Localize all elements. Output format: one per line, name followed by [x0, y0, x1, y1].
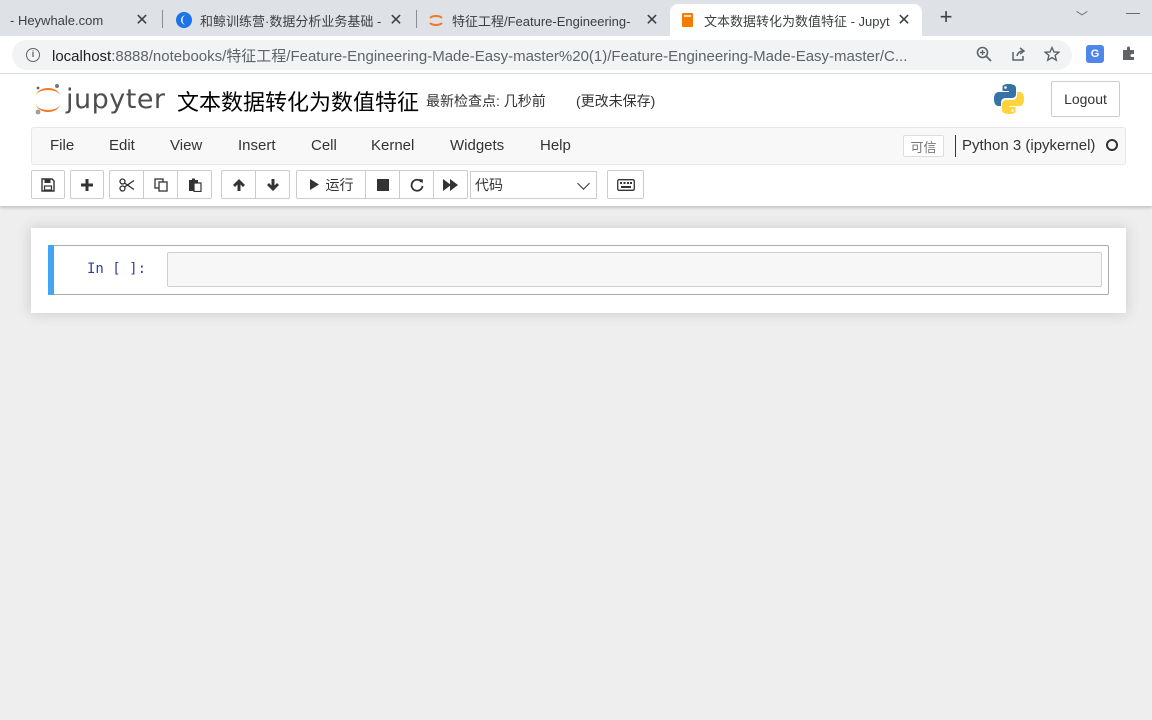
browser-tab-active-notebook[interactable]: 文本数据转化为数值特征 - Jupyter ✕ — [670, 4, 922, 36]
menu-help[interactable]: Help — [540, 137, 571, 154]
command-palette-button[interactable] — [607, 170, 644, 199]
copy-icon — [153, 177, 168, 192]
interrupt-kernel-button[interactable] — [365, 170, 400, 199]
jupyter-favicon-icon — [428, 12, 444, 28]
keyboard-icon — [616, 178, 635, 191]
arrow-down-icon — [266, 178, 279, 191]
bookmark-star-icon[interactable] — [1042, 45, 1062, 64]
notebook-container: In [ ]: — [31, 228, 1126, 313]
paste-cells-button[interactable] — [177, 170, 212, 199]
menu-insert[interactable]: Insert — [238, 137, 276, 154]
kernel-name: Python 3 (ipykernel) — [962, 137, 1096, 154]
url-text[interactable]: localhost:8888/notebooks/特征工程/Feature-En… — [52, 45, 952, 66]
restart-icon — [410, 178, 423, 192]
close-icon[interactable]: ✕ — [388, 10, 404, 30]
cell-type-value: 代码 — [475, 177, 503, 193]
browser-tab-training-camp[interactable]: 和鲸训练营·数据分析业务基础 - H ✕ — [166, 4, 414, 36]
python-logo-icon — [992, 82, 1026, 116]
menu-kernel[interactable]: Kernel — [371, 137, 414, 154]
copy-cells-button[interactable] — [143, 170, 178, 199]
cut-cells-button[interactable] — [109, 170, 144, 199]
new-tab-button[interactable]: + — [934, 6, 958, 30]
input-prompt: In [ ]: — [87, 261, 147, 277]
jupyter-logo-text: jupyter — [66, 83, 166, 115]
menu-cell[interactable]: Cell — [311, 137, 337, 154]
translate-extension-icon[interactable]: G — [1086, 45, 1104, 63]
logout-button[interactable]: Logout — [1051, 81, 1120, 117]
tab-title: 特征工程/Feature-Engineering- — [452, 13, 631, 29]
checkpoint-status: 最新检查点: 几秒前 — [426, 93, 546, 109]
notebook-toolbar: 运行 代码 — [31, 170, 1126, 200]
play-icon — [309, 179, 319, 190]
close-icon[interactable]: ✕ — [896, 10, 912, 30]
move-cell-up-button[interactable] — [221, 170, 256, 199]
menu-file[interactable]: File — [50, 137, 74, 154]
heywhale-favicon-icon — [176, 12, 192, 28]
jupyter-logo[interactable]: jupyter — [34, 82, 166, 116]
fast-forward-icon — [442, 178, 458, 191]
kernel-separator — [955, 135, 956, 157]
close-icon[interactable]: ✕ — [644, 10, 660, 30]
jupyter-logo-icon — [34, 82, 62, 116]
browser-toolbar: i localhost:8888/notebooks/特征工程/Feature-… — [0, 36, 1152, 74]
window-minimize-icon[interactable]: — — [1126, 4, 1142, 20]
menubar: File Edit View Insert Cell Kernel Widget… — [31, 127, 1126, 165]
menu-view[interactable]: View — [170, 137, 202, 154]
insert-cell-below-button[interactable] — [70, 170, 104, 199]
plus-icon — [81, 178, 93, 191]
menu-widgets[interactable]: Widgets — [450, 137, 504, 154]
trusted-notebook-indicator[interactable]: 可信 — [903, 135, 944, 157]
url-host: localhost — [52, 47, 112, 65]
scissors-icon — [118, 177, 134, 192]
close-icon[interactable]: ✕ — [134, 10, 150, 30]
autosave-status: (更改未保存) — [576, 93, 656, 109]
share-icon[interactable] — [1008, 46, 1028, 64]
save-icon — [41, 177, 55, 192]
cell-selection-bar — [48, 245, 54, 295]
restart-kernel-button[interactable] — [399, 170, 434, 199]
chevron-down-icon — [577, 177, 590, 190]
notebook-favicon-icon — [680, 12, 696, 28]
paste-icon — [188, 178, 202, 192]
menu-edit[interactable]: Edit — [109, 137, 135, 154]
cell-type-select[interactable]: 代码 — [470, 171, 597, 199]
browser-tab-strip: - Heywhale.com ✕ 和鲸训练营·数据分析业务基础 - H ✕ 特征… — [0, 0, 1152, 36]
code-input-area[interactable] — [167, 252, 1102, 287]
tab-separator — [416, 10, 417, 28]
url-path: :8888/notebooks/特征工程/Feature-Engineering… — [111, 47, 908, 65]
jupyter-header: jupyter 文本数据转化为数值特征 最新检查点: 几秒前 (更改未保存) L… — [0, 74, 1152, 206]
run-cell-button[interactable]: 运行 — [296, 170, 366, 199]
tab-title: 和鲸训练营·数据分析业务基础 - H — [200, 13, 382, 29]
run-button-label: 运行 — [325, 176, 354, 193]
address-bar[interactable]: i localhost:8888/notebooks/特征工程/Feature-… — [12, 40, 1072, 70]
notebook-title[interactable]: 文本数据转化为数值特征 — [177, 85, 419, 117]
tab-separator — [162, 10, 163, 28]
extensions-puzzle-icon[interactable] — [1120, 45, 1138, 63]
zoom-icon[interactable] — [974, 46, 994, 64]
kernel-idle-indicator-icon — [1106, 139, 1118, 151]
site-info-icon[interactable]: i — [26, 48, 40, 62]
tab-title: - Heywhale.com — [10, 12, 104, 28]
move-cell-down-button[interactable] — [255, 170, 290, 199]
tab-search-chevron-icon[interactable]: ﹀ — [1076, 8, 1088, 25]
browser-tab-feature-engineering[interactable]: 特征工程/Feature-Engineering- ✕ — [418, 4, 670, 36]
arrow-up-icon — [232, 178, 245, 191]
code-cell[interactable]: In [ ]: — [48, 245, 1109, 295]
restart-run-all-button[interactable] — [433, 170, 468, 199]
stop-icon — [376, 178, 389, 191]
tab-title: 文本数据转化为数值特征 - Jupyter — [704, 13, 890, 29]
save-button[interactable] — [31, 170, 65, 199]
browser-tab-heywhale[interactable]: - Heywhale.com ✕ — [0, 4, 160, 36]
